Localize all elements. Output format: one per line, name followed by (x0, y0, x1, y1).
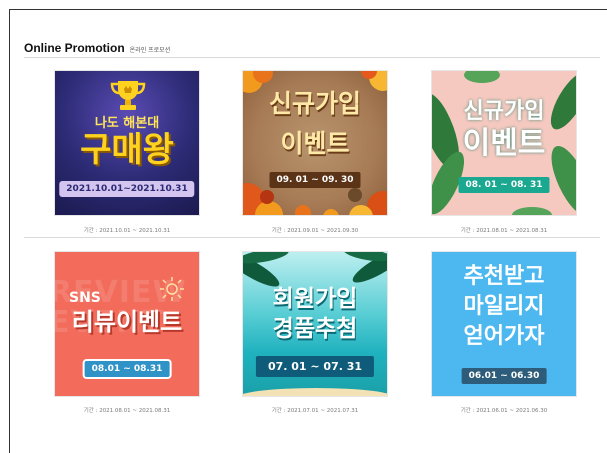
promotion-period-badge: 2021.10.01~2021.10.31 (59, 181, 195, 197)
promotion-heading: 회원가입 (272, 286, 358, 312)
promotion-period-badge: 07. 01 ~ 07. 31 (255, 356, 375, 377)
promotion-subheading: 이벤트 (462, 126, 546, 161)
promotion-card-signup-autumn[interactable]: 신규가입 이벤트 09. 01 ~ 09. 30 (242, 70, 388, 216)
promotion-caption: 기간 : 2021.08.01 ~ 2021.08.31 (460, 228, 548, 234)
promotion-card-signup-summer[interactable]: 신규가입 이벤트 08. 01 ~ 08. 31 (431, 70, 577, 216)
divider (24, 57, 600, 58)
promotion-period-badge: 06.01 ~ 06.30 (461, 368, 547, 384)
section-subtitle: 온라인 프로모션 (129, 47, 171, 54)
promotion-subheading: 이벤트 (280, 129, 350, 158)
promotion-heading: 추천받고 (463, 264, 545, 289)
promotion-card-membership-draw[interactable]: 회원가입 경품추첨 07. 01 ~ 07. 31 (242, 251, 388, 397)
promotion-card-sns-review[interactable]: REVIEW EVENT SNS 리뷰이벤트 08.01 ~ 08.31 (54, 251, 200, 397)
promotion-subheading: 마일리지 (463, 294, 545, 319)
trophy-icon (110, 81, 146, 110)
promotion-caption: 기간 : 2021.09.01 ~ 2021.09.30 (271, 228, 359, 234)
section-title: Online Promotion (24, 41, 125, 55)
promotion-heading: 신규가입 (463, 99, 545, 124)
divider (24, 237, 600, 238)
promotion-subheading: 경품추첨 (272, 316, 358, 342)
promotion-period-badge: 09. 01 ~ 09. 30 (269, 172, 361, 188)
promotion-caption: 기간 : 2021.07.01 ~ 2021.07.31 (271, 408, 359, 414)
promotion-card-referral-mileage[interactable]: 추천받고 마일리지 얻어가자 06.01 ~ 06.30 (431, 251, 577, 397)
promotion-heading: 구매왕 (80, 130, 174, 170)
promotion-subheading: 나도 해본대 (94, 116, 160, 131)
promotion-heading: 리뷰이벤트 (71, 308, 183, 336)
promotion-period-badge: 08. 01 ~ 08. 31 (458, 177, 550, 193)
promotion-heading: 신규가입 (268, 89, 361, 118)
sun-icon (160, 277, 184, 301)
promotion-subheading: 얻어가자 (463, 324, 545, 349)
promotion-period-badge: 08.01 ~ 08.31 (82, 359, 172, 379)
promotion-card-purchase-king[interactable]: 나도 해본대 구매왕 2021.10.01~2021.10.31 (54, 70, 200, 216)
promotion-caption: 기간 : 2021.08.01 ~ 2021.08.31 (83, 408, 171, 414)
section-header: Online Promotion 온라인 프로모션 (24, 41, 170, 55)
promotion-caption: 기간 : 2021.06.01 ~ 2021.06.30 (460, 408, 548, 414)
promotion-caption: 기간 : 2021.10.01 ~ 2021.10.31 (83, 228, 171, 234)
sns-tag: SNS (69, 290, 101, 306)
